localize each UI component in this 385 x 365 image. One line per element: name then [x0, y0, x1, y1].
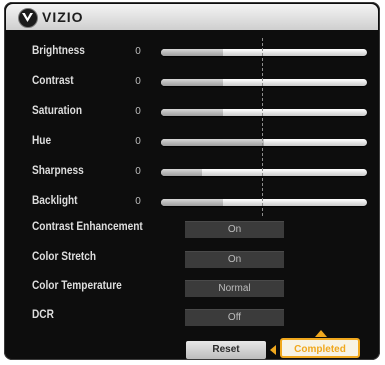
dcr-select[interactable]: Off	[185, 309, 284, 326]
color-stretch-label: Color Stretch	[32, 251, 97, 263]
picture-settings-panel: VIZIO Brightness 0 Contrast 0 Saturation…	[4, 2, 380, 360]
brightness-slider[interactable]	[161, 49, 367, 56]
brightness-slider-fill	[161, 49, 223, 56]
contrast-label: Contrast	[32, 75, 74, 87]
reset-button[interactable]: Reset	[186, 341, 266, 359]
backlight-slider-fill	[161, 199, 223, 206]
sharpness-label: Sharpness	[32, 165, 84, 177]
dcr-label: DCR	[32, 309, 54, 321]
vizio-v-logo-icon	[18, 8, 38, 28]
brightness-label: Brightness	[32, 45, 85, 57]
sharpness-slider[interactable]	[161, 169, 367, 176]
contrast-enhancement-select[interactable]: On	[185, 221, 284, 238]
contrast-enhancement-label: Contrast Enhancement	[32, 221, 143, 233]
slider-center-marker	[262, 38, 263, 216]
contrast-slider-fill	[161, 79, 223, 86]
saturation-slider[interactable]	[161, 109, 367, 116]
saturation-label: Saturation	[32, 105, 83, 117]
hue-value: 0	[135, 136, 141, 147]
contrast-value: 0	[135, 76, 141, 87]
color-temperature-label: Color Temperature	[32, 280, 122, 292]
sharpness-slider-fill	[161, 169, 203, 176]
saturation-slider-fill	[161, 109, 223, 116]
brand-logo-text: VIZIO	[42, 9, 84, 25]
saturation-value: 0	[135, 106, 141, 117]
up-arrow-icon	[315, 330, 327, 337]
hue-slider[interactable]	[161, 139, 367, 146]
color-temperature-select[interactable]: Normal	[185, 280, 284, 297]
hue-slider-fill	[161, 139, 264, 146]
backlight-label: Backlight	[32, 195, 78, 207]
left-arrow-icon	[270, 345, 276, 355]
backlight-slider[interactable]	[161, 199, 367, 206]
completed-button[interactable]: Completed	[280, 338, 360, 358]
contrast-slider[interactable]	[161, 79, 367, 86]
color-stretch-select[interactable]: On	[185, 251, 284, 268]
brightness-value: 0	[135, 46, 141, 57]
title-bar: VIZIO	[6, 4, 378, 30]
hue-label: Hue	[32, 135, 52, 147]
backlight-value: 0	[135, 196, 141, 207]
sharpness-value: 0	[135, 166, 141, 177]
